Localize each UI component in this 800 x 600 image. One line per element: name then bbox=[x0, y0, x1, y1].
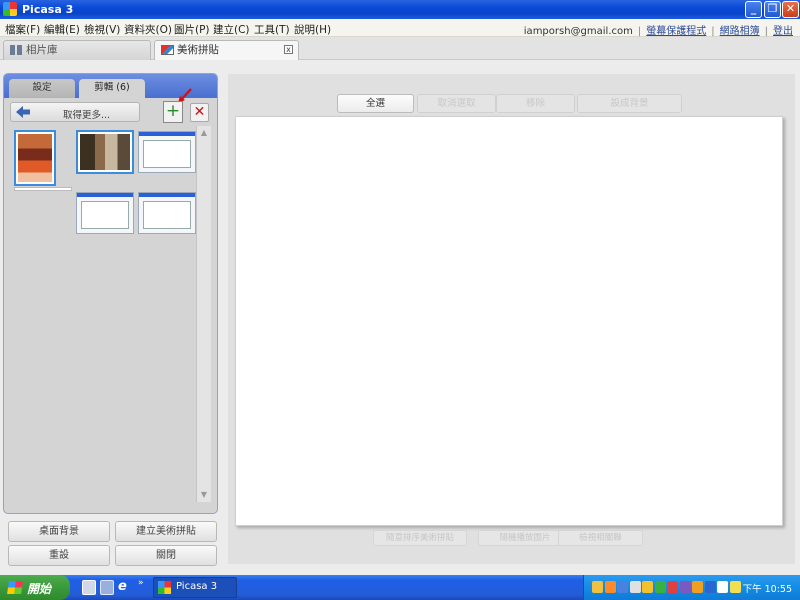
tray-icon[interactable] bbox=[679, 581, 691, 593]
tab-settings[interactable]: 設定 bbox=[9, 79, 75, 98]
tray-icon[interactable] bbox=[667, 581, 678, 593]
system-tray: 下午 10:55 bbox=[583, 575, 800, 600]
account-email: iamporsh@gmail.com bbox=[523, 26, 633, 37]
tab-collage[interactable]: 美術拼貼 x bbox=[154, 40, 299, 60]
tray-icon[interactable] bbox=[604, 581, 616, 593]
windows-logo-icon bbox=[7, 581, 23, 594]
clips-toolbar: 取得更多... + ✕ bbox=[4, 88, 217, 126]
random-collage-button[interactable]: 隨意排序美術拼貼 bbox=[373, 530, 467, 546]
tab-clips[interactable]: 剪輯 (6) bbox=[79, 79, 145, 98]
minimize-button[interactable]: _ bbox=[745, 1, 762, 18]
tab-collage-label: 美術拼貼 bbox=[177, 44, 219, 56]
tray-icon[interactable] bbox=[729, 581, 741, 593]
remove-button[interactable]: 移除 bbox=[496, 94, 575, 113]
explorer-icon[interactable] bbox=[100, 580, 114, 595]
add-to-collage-button[interactable]: + bbox=[163, 101, 183, 123]
clips-thumbnail-grid bbox=[10, 126, 209, 501]
library-grid-icon bbox=[10, 45, 23, 55]
desktop-background-button[interactable]: 桌面背景 bbox=[8, 521, 110, 542]
logout-link[interactable]: 登出 bbox=[773, 26, 793, 37]
create-collage-button[interactable]: 建立美術拼貼 bbox=[115, 521, 217, 542]
thumbnail-scrollbar[interactable]: ▲ ▼ bbox=[196, 126, 211, 502]
menu-bar: 檔案(F) 編輯(E) 檢視(V) 資料夾(O) 圖片(P) 建立(C) 工具(… bbox=[0, 19, 800, 37]
internet-explorer-icon[interactable]: e bbox=[118, 580, 132, 595]
tray-icon[interactable] bbox=[592, 581, 603, 593]
close-collage-button[interactable]: 關閉 bbox=[115, 545, 217, 566]
thumbnail-photo-1[interactable] bbox=[14, 130, 56, 186]
thumbnail-screenshot-3[interactable] bbox=[138, 192, 196, 234]
tray-icon[interactable] bbox=[617, 581, 628, 593]
picasa-app-icon bbox=[158, 581, 171, 594]
menu-folder[interactable]: 資料夾(O) bbox=[124, 22, 172, 37]
taskbar-item-picasa[interactable]: Picasa 3 bbox=[153, 577, 237, 598]
tray-icon[interactable] bbox=[654, 581, 666, 593]
tab-library-label: 相片庫 bbox=[26, 44, 58, 56]
scroll-up-icon[interactable]: ▲ bbox=[199, 128, 209, 138]
set-background-button[interactable]: 設成背景 bbox=[577, 94, 682, 113]
collage-canvas[interactable] bbox=[235, 116, 783, 526]
x-icon: ✕ bbox=[193, 104, 206, 120]
picasa-app-icon bbox=[3, 2, 17, 16]
menu-tools[interactable]: 工具(T) bbox=[254, 22, 290, 37]
restore-button[interactable]: ❐ bbox=[764, 1, 781, 18]
start-label: 開始 bbox=[27, 582, 52, 596]
menu-view[interactable]: 檢視(V) bbox=[84, 22, 120, 37]
thumbnail-screenshot-1[interactable] bbox=[138, 131, 196, 173]
close-window-button[interactable]: ✕ bbox=[782, 1, 799, 18]
tab-close-icon[interactable]: x bbox=[284, 45, 293, 54]
view-tab-bar: 相片庫 美術拼貼 x bbox=[0, 37, 800, 60]
clock: 下午 10:55 bbox=[742, 584, 792, 595]
quicklaunch-more-icon[interactable]: » bbox=[138, 578, 144, 588]
window-title: Picasa 3 bbox=[22, 3, 74, 16]
get-more-button[interactable]: 取得更多... bbox=[10, 102, 140, 122]
back-arrow-icon bbox=[16, 106, 30, 118]
swap-order-button[interactable]: 檢視相關聯 bbox=[558, 530, 643, 546]
scroll-down-icon[interactable]: ▼ bbox=[199, 490, 209, 500]
reset-button[interactable]: 重設 bbox=[8, 545, 110, 566]
collage-icon bbox=[161, 45, 174, 55]
tab-library[interactable]: 相片庫 bbox=[3, 40, 151, 60]
collage-canvas-panel: 全選 取消選取 移除 設成背景 隨意排序美術拼貼 隨機播放圖片 檢視相關聯 bbox=[228, 74, 795, 564]
menu-create[interactable]: 建立(C) bbox=[213, 22, 250, 37]
window-title-bar[interactable]: Picasa 3 _ ❐ ✕ bbox=[0, 0, 800, 19]
show-desktop-icon[interactable] bbox=[82, 580, 96, 595]
menu-help[interactable]: 說明(H) bbox=[294, 22, 331, 37]
tray-icon[interactable] bbox=[629, 581, 641, 593]
tray-icon[interactable] bbox=[717, 581, 728, 593]
plus-icon: + bbox=[165, 101, 181, 121]
tray-icon[interactable] bbox=[704, 581, 716, 593]
screensaver-link[interactable]: 螢幕保護程式 bbox=[646, 26, 706, 37]
web-albums-link[interactable]: 網路相簿 bbox=[720, 26, 760, 37]
deselect-button[interactable]: 取消選取 bbox=[417, 94, 496, 113]
menu-picture[interactable]: 圖片(P) bbox=[174, 22, 210, 37]
remove-from-clips-button[interactable]: ✕ bbox=[190, 103, 209, 122]
menu-edit[interactable]: 編輯(E) bbox=[44, 22, 80, 37]
thumbnail-photo-2[interactable] bbox=[76, 130, 134, 174]
tray-icon[interactable] bbox=[642, 581, 653, 593]
thumbnail-caption-bar bbox=[14, 187, 72, 191]
tray-icon[interactable] bbox=[692, 581, 703, 593]
select-all-button[interactable]: 全選 bbox=[337, 94, 414, 113]
start-button[interactable]: 開始 bbox=[0, 575, 70, 600]
account-links: iamporsh@gmail.com | 螢幕保護程式 | 網路相簿 | 登出 bbox=[523, 26, 793, 37]
collage-settings-panel: 設定 剪輯 (6) 取得更多... + ✕ ▲ ▼ bbox=[3, 73, 218, 514]
taskbar: 開始 e » Picasa 3 下午 10:55 bbox=[0, 575, 800, 600]
get-more-label: 取得更多... bbox=[63, 110, 111, 121]
main-area: 設定 剪輯 (6) 取得更多... + ✕ ▲ ▼ 桌面背景 建立美術拼貼 重設… bbox=[0, 60, 800, 575]
thumbnail-screenshot-2[interactable] bbox=[76, 192, 134, 234]
taskbar-item-label: Picasa 3 bbox=[176, 581, 218, 592]
menu-file[interactable]: 檔案(F) bbox=[5, 22, 40, 37]
